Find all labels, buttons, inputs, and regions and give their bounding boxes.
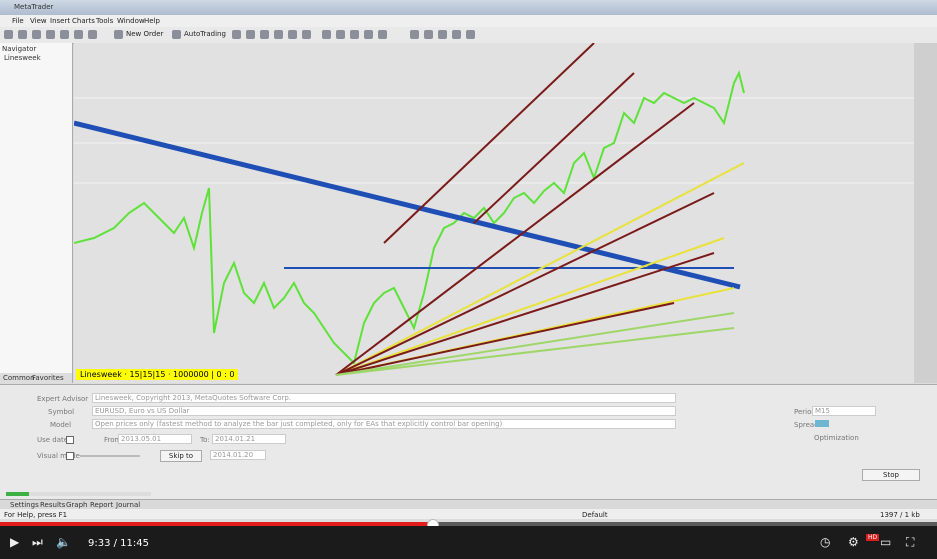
menu-file[interactable]: File — [12, 17, 24, 25]
tab-graph[interactable]: Graph — [66, 501, 87, 509]
tab-settings[interactable]: Settings — [10, 501, 39, 509]
use-date-checkbox[interactable] — [66, 436, 74, 444]
test-progress-bar — [6, 492, 151, 496]
toolbar: New Order AutoTrading — [0, 27, 937, 44]
chart-window[interactable]: Linesweek · 15|15|15 · 1000000 | 0 : 0 — [74, 43, 914, 383]
new-order-icon[interactable] — [114, 30, 123, 39]
strategy-tester-panel: Expert Advisor Linesweek, Copyright 2013… — [0, 384, 937, 500]
menu-charts[interactable]: Charts — [72, 17, 95, 25]
visual-mode-checkbox[interactable] — [66, 452, 74, 460]
menu-view[interactable]: View — [30, 17, 47, 25]
skip-to-button[interactable]: Skip to — [160, 450, 202, 462]
terminal-icon[interactable] — [74, 30, 83, 39]
tab-common[interactable]: Common — [3, 374, 35, 382]
trendline-icon[interactable] — [378, 30, 387, 39]
symbol-label: Symbol — [48, 408, 75, 416]
new-order-button[interactable]: New Order — [126, 30, 163, 38]
play-icon[interactable]: ▶ — [10, 536, 19, 548]
menu-tools[interactable]: Tools — [96, 17, 113, 25]
speed-slider[interactable] — [80, 455, 140, 457]
tab-favorites[interactable]: Favorites — [32, 374, 64, 382]
hd-badge: HD — [866, 534, 880, 541]
profiles-icon[interactable] — [18, 30, 27, 39]
next-icon[interactable]: ⏭ — [32, 536, 43, 548]
zoom-in-icon[interactable] — [274, 30, 283, 39]
start-button[interactable]: Stop — [862, 469, 920, 481]
expert-label: Expert Advisor — [37, 395, 89, 403]
text-icon[interactable] — [424, 30, 433, 39]
menu-insert[interactable]: Insert — [50, 17, 70, 25]
status-left: For Help, press F1 — [4, 511, 68, 519]
status-center: Default — [582, 511, 608, 519]
navigator-title: Navigator — [2, 45, 37, 53]
model-select[interactable]: Open prices only (fastest method to anal… — [92, 419, 676, 429]
status-bar: For Help, press F1 Default 1397 / 1 kb — [0, 509, 937, 519]
label-icon[interactable] — [438, 30, 447, 39]
horizontal-line-icon[interactable] — [364, 30, 373, 39]
cursor-icon[interactable] — [322, 30, 331, 39]
candlestick-icon[interactable] — [246, 30, 255, 39]
tab-journal[interactable]: Journal — [116, 501, 140, 509]
market-watch-icon[interactable] — [32, 30, 41, 39]
spread-field[interactable] — [815, 420, 829, 427]
chart-canvas — [74, 43, 914, 383]
navigator-panel: Navigator Linesweek Common Favorites — [0, 43, 73, 383]
to-date-field[interactable]: 2014.01.21 — [212, 434, 286, 444]
window-title: MetaTrader — [14, 3, 54, 11]
tab-results[interactable]: Results — [40, 501, 65, 509]
menu-window[interactable]: Window — [117, 17, 145, 25]
navigator-icon[interactable] — [60, 30, 69, 39]
vertical-line-icon[interactable] — [350, 30, 359, 39]
optimization-label: Optimization — [814, 434, 859, 442]
title-bar: MetaTrader — [0, 0, 937, 15]
line-chart-icon[interactable] — [260, 30, 269, 39]
status-right: 1397 / 1 kb — [880, 511, 920, 519]
watch-later-icon[interactable]: ◷ — [820, 536, 830, 548]
test-progress-fill — [6, 492, 30, 496]
navigator-tabs: Common Favorites — [0, 373, 72, 383]
tab-report[interactable]: Report — [90, 501, 113, 509]
video-controls: ▶ ⏭ 🔈 9:33 / 11:45 ◷ ⚙ HD ▭ ⛶ — [0, 526, 937, 559]
from-date-field[interactable]: 2013.05.01 — [118, 434, 192, 444]
settings-icon[interactable]: ⚙ — [848, 536, 859, 548]
menu-help[interactable]: Help — [144, 17, 160, 25]
symbol-select[interactable]: EURUSD, Euro vs US Dollar — [92, 406, 676, 416]
arrow-icon[interactable] — [410, 30, 419, 39]
price-scale — [914, 43, 937, 383]
chart-noise — [74, 43, 914, 383]
skip-date-field[interactable]: 2014.01.20 — [210, 450, 266, 460]
volume-icon[interactable]: 🔈 — [56, 536, 71, 548]
chart-legend: Linesweek · 15|15|15 · 1000000 | 0 : 0 — [76, 369, 239, 380]
zoom-out-icon[interactable] — [288, 30, 297, 39]
tester-icon[interactable] — [88, 30, 97, 39]
to-label: To: — [200, 436, 210, 444]
bar-chart-icon[interactable] — [232, 30, 241, 39]
data-window-icon[interactable] — [46, 30, 55, 39]
use-date-label: Use date — [37, 436, 69, 444]
periods-icon[interactable] — [452, 30, 461, 39]
autotrading-icon[interactable] — [172, 30, 181, 39]
tile-windows-icon[interactable] — [302, 30, 311, 39]
autotrading-button[interactable]: AutoTrading — [184, 30, 226, 38]
video-time: 9:33 / 11:45 — [88, 538, 150, 549]
expert-select[interactable]: Linesweek, Copyright 2013, MetaQuotes So… — [92, 393, 676, 403]
crosshair-icon[interactable] — [336, 30, 345, 39]
templates-icon[interactable] — [466, 30, 475, 39]
new-chart-icon[interactable] — [4, 30, 13, 39]
miniplayer-icon[interactable]: ▭ — [880, 536, 891, 548]
navigator-node[interactable]: Linesweek — [4, 54, 41, 62]
model-label: Model — [50, 421, 72, 429]
fullscreen-icon[interactable]: ⛶ — [906, 536, 914, 548]
period-select[interactable]: M15 — [812, 406, 876, 416]
